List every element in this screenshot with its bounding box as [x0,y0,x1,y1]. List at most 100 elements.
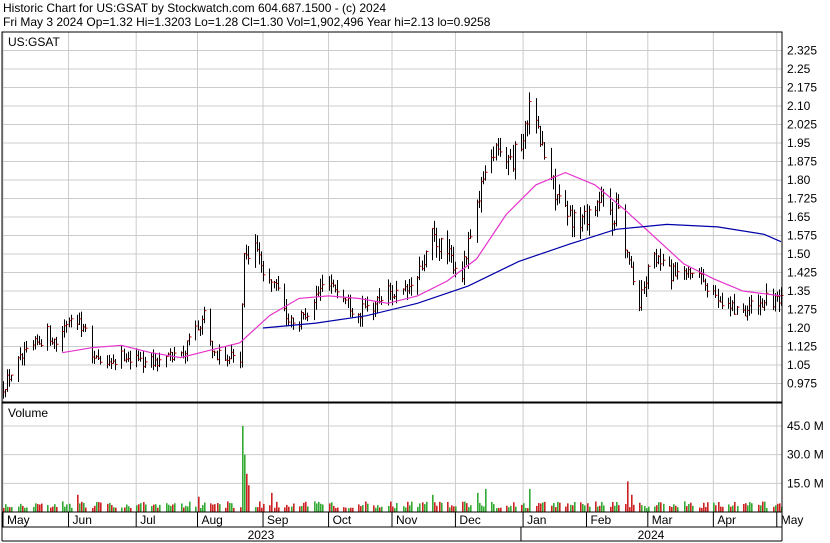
volume-bar [508,507,510,512]
volume-bar [439,501,441,512]
year-label: 2023 [248,528,275,542]
volume-bar [96,501,98,512]
price-tick-label: 2.25 [787,62,811,76]
volume-bar [639,502,641,512]
price-tick-label: 1.425 [787,266,817,280]
volume-bar [390,501,392,512]
volume-bar [301,505,303,512]
volume-bar [455,506,457,512]
volume-bar [360,506,362,512]
volume-tick-label: 45.0 M [787,419,824,433]
volume-bar [688,504,690,512]
volume-bar [274,507,276,512]
price-tick-label: 1.275 [787,303,817,317]
volume-bar [597,506,599,512]
volume-bar [557,501,559,512]
volume-bar [485,489,487,512]
volume-tick-label: 30.0 M [787,448,824,462]
price-tick-label: 2.175 [787,81,817,95]
volume-bar [612,502,614,512]
volume-bar [538,503,540,512]
volume-bar [436,505,438,512]
volume-bar [462,501,464,512]
volume-bar [62,501,64,512]
volume-bar [529,489,531,512]
volume-bar [599,505,601,512]
volume-bar [595,501,597,512]
volume-bar [373,505,375,512]
volume-bar [633,504,635,512]
volume-bar [210,503,212,512]
volume-bar [498,507,500,512]
volume-bar [168,504,170,512]
volume-bar [565,506,567,512]
volume-bar [506,505,508,512]
price-tick-label: 1.575 [787,229,817,243]
volume-bar [660,502,662,512]
volume-bar [551,505,553,512]
volume-bar [523,503,525,512]
volume-bar [587,503,589,512]
volume-bar [85,507,87,512]
volume-bar [255,507,257,512]
volume-bar [128,506,130,512]
volume-bar [481,505,483,512]
volume-bar [631,494,633,512]
volume-bar [699,507,701,512]
price-tick-label: 1.05 [787,358,811,372]
volume-bar [286,504,288,512]
month-label: Jan [527,513,546,527]
volume-bar [447,501,449,512]
volume-bar [703,502,705,512]
volume-bar [426,501,428,512]
volume-bar [200,508,202,512]
volume-bar [335,507,337,512]
volume-bar [3,507,5,512]
volume-bar [231,503,233,512]
volume-bar [582,504,584,512]
volume-bar [743,503,745,512]
volume-bar [33,506,35,512]
volume-bar [453,506,455,512]
volume-bar [614,505,616,512]
volume-bar [350,507,352,512]
volume-bar [35,503,37,512]
volume-bar [18,506,20,512]
volume-bar [747,505,749,512]
volume-bar [271,492,273,512]
volume-bar [728,504,730,512]
volume-bar [536,505,538,512]
volume-bar [320,503,322,512]
volume-bar [648,506,650,512]
volume-bar [669,506,671,512]
volume-bar [263,503,265,512]
volume-bar [377,505,379,512]
volume-bar [79,503,81,512]
volume-bar [441,502,443,512]
volume-bar [686,506,688,512]
volume-bar [422,502,424,512]
volume-bar [627,481,629,512]
volume-bar [722,506,724,512]
volume-bar [701,507,703,512]
volume-bar [140,503,142,512]
volume-bar [365,501,367,512]
volume-bar [730,506,732,512]
volume-bar [451,505,453,512]
volume-bar [174,503,176,512]
volume-bar [477,492,479,512]
volume-bar [479,502,481,512]
price-tick-label: 1.95 [787,136,811,150]
volume-bar [136,505,138,512]
volume-bar [166,503,168,512]
volume-bar [198,496,200,512]
volume-bar [618,505,620,512]
volume-bar [663,503,665,512]
volume-bar [50,507,52,512]
volume-bar [513,502,515,512]
volume-bar [278,507,280,512]
volume-bar [764,501,766,512]
volume-bar [766,507,768,512]
volume-bar [675,505,677,512]
price-tick-label: 2.025 [787,118,817,132]
